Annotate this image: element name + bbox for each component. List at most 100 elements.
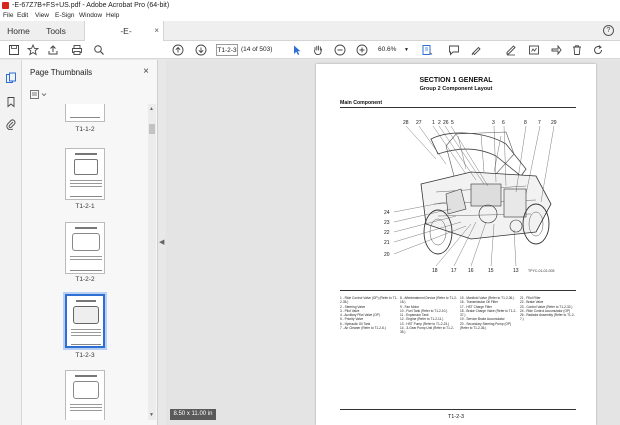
page-size-badge: 8.50 x 11.00 in xyxy=(170,409,216,420)
acrobat-window: -E-67Z7B+FS+US.pdf - Adobe Acrobat Pro (… xyxy=(0,0,620,425)
thumbnail-page-next[interactable] xyxy=(65,370,105,420)
legend-column: 21 - Pilot Filter 22 - Brake Valve 23 - … xyxy=(520,296,578,322)
previous-page-icon[interactable] xyxy=(172,44,184,56)
legend-item: 20 - Secondary Steering Pump (OP) (Refer… xyxy=(460,321,512,331)
legend-item: 1 - Ride Control Valve (OP) (Refer to T1… xyxy=(340,296,398,305)
zoom-in-icon[interactable] xyxy=(356,44,368,56)
rotate-icon[interactable] xyxy=(592,44,604,56)
callout-label: 3 xyxy=(492,120,495,126)
footer-rule xyxy=(340,409,576,410)
bookmark-star-icon[interactable] xyxy=(27,44,39,56)
fill-sign-icon[interactable] xyxy=(528,44,540,56)
highlight-pen-icon[interactable] xyxy=(470,44,482,56)
callout-label: 2 xyxy=(438,120,441,126)
legend-item: 18 - Brake Charge Valve (Refer to T1-2-3… xyxy=(460,308,517,318)
legend-item: 26 - Radiator Assembly (Refer to T1-2-7.… xyxy=(520,313,575,322)
tab-document[interactable]: -E-67Z7B+FS+US... × xyxy=(84,21,164,56)
thumbnail-scrollbar[interactable]: ▲ ▼ xyxy=(148,104,156,420)
save-icon[interactable] xyxy=(8,44,20,56)
zoom-level-dropdown[interactable]: 60.6% ▼ xyxy=(375,44,409,56)
scrollbar-thumb[interactable] xyxy=(149,124,155,134)
window-title: -E-67Z7B+FS+US.pdf - Adobe Acrobat Pro (… xyxy=(12,2,170,9)
legend-column: 15 - Manifold Valve (Refer to T1-2-36.) … xyxy=(460,296,518,330)
callout-label: 8 xyxy=(524,120,527,126)
callout-label: 6 xyxy=(502,120,505,126)
callout-label: 1 xyxy=(432,120,435,126)
callout-label: 5 xyxy=(451,120,454,126)
tab-home[interactable]: Home xyxy=(0,21,37,41)
legend-item: 8 - Aftertreatment Device (Refer to T1-2… xyxy=(400,296,457,305)
thumbnail-page-t1-2-1[interactable] xyxy=(65,148,105,200)
legend-column: 1 - Ride Control Valve (OP) (Refer to T1… xyxy=(340,296,398,330)
print-icon[interactable] xyxy=(71,44,83,56)
thumbnail-options-icon[interactable] xyxy=(30,87,48,99)
close-tab-icon[interactable]: × xyxy=(154,21,159,41)
page-footer: T1-2-3 xyxy=(447,414,465,420)
callout-label: 26 xyxy=(443,120,449,126)
page-heading: Main Component xyxy=(340,100,383,106)
document-scrollbar[interactable] xyxy=(614,60,620,425)
scroll-up-icon[interactable]: ▲ xyxy=(149,106,154,112)
chevron-down-icon: ▼ xyxy=(404,47,409,53)
callout-label: 7 xyxy=(538,120,541,126)
menu-view[interactable]: View xyxy=(35,11,49,21)
callout-label: 17 xyxy=(451,268,457,274)
zoom-level-value: 60.6% xyxy=(378,46,397,53)
legend-rule xyxy=(340,290,576,291)
sign-icon[interactable] xyxy=(505,44,517,56)
thumbnail-page-t1-2-3-selected[interactable] xyxy=(63,292,107,350)
search-icon[interactable] xyxy=(93,44,105,56)
figure-code: TPYC-01-02-003 xyxy=(528,269,555,273)
menu-bar: File Edit View E-Sign Window Help xyxy=(0,11,620,21)
page-thumbnails-icon[interactable] xyxy=(5,72,17,84)
callout-label: 28 xyxy=(403,120,409,126)
menu-edit[interactable]: Edit xyxy=(17,11,28,21)
upload-icon[interactable] xyxy=(47,44,59,56)
callout-label: 15 xyxy=(488,268,494,274)
attachments-icon[interactable] xyxy=(5,118,17,130)
menu-window[interactable]: Window xyxy=(79,11,102,21)
menu-file[interactable]: File xyxy=(3,11,13,21)
callout-label: 22 xyxy=(384,230,390,236)
hand-tool-icon[interactable] xyxy=(312,44,324,56)
bookmarks-icon[interactable] xyxy=(5,96,17,108)
thumbnail-page-t1-2-2[interactable] xyxy=(65,222,105,274)
thumbnail-label: T1-2-1 xyxy=(75,203,95,210)
collapse-panel-icon[interactable]: ◀ xyxy=(159,238,164,246)
callout-label: 21 xyxy=(384,240,390,246)
callout-label: 20 xyxy=(384,252,390,258)
menu-help[interactable]: Help xyxy=(106,11,119,21)
acrobat-app-icon xyxy=(2,2,9,9)
select-cursor-icon[interactable] xyxy=(291,44,303,56)
callout-label: 29 xyxy=(551,120,557,126)
menu-esign[interactable]: E-Sign xyxy=(55,11,75,21)
thumbnail-label: T1-2-2 xyxy=(75,276,95,283)
callout-label: 24 xyxy=(384,210,390,216)
thumbnail-list: T1-1-2 T1-2-1 T1-2-2 T1-2-3 xyxy=(22,104,148,420)
page-group-title: Group 2 Component Layout xyxy=(419,86,493,92)
callout-label: 23 xyxy=(384,220,390,226)
page-fit-icon[interactable] xyxy=(421,44,433,56)
delete-icon[interactable] xyxy=(571,44,583,56)
callout-label: 16 xyxy=(468,268,474,274)
share-icon[interactable] xyxy=(550,44,562,56)
legend-item: 7 - Air Cleaner (Refer to T1-2-6.) xyxy=(340,326,386,331)
scroll-down-icon[interactable]: ▼ xyxy=(149,412,154,418)
main-toolbar: T1-2-3 (14 of 503) 60.6% ▼ xyxy=(0,41,620,59)
zoom-out-icon[interactable] xyxy=(334,44,346,56)
page-count: (14 of 503) xyxy=(241,46,273,53)
comment-icon[interactable] xyxy=(448,44,460,56)
next-page-icon[interactable] xyxy=(195,44,207,56)
page-number-input[interactable]: T1-2-3 xyxy=(216,44,238,56)
help-icon[interactable]: ? xyxy=(603,25,614,36)
close-panel-icon[interactable]: × xyxy=(143,66,149,77)
thumbnail-label: T1-1-2 xyxy=(75,126,95,133)
pdf-page: SECTION 1 GENERAL Group 2 Component Layo… xyxy=(316,64,596,425)
callout-label: 18 xyxy=(432,268,438,274)
tab-bar: Home Tools -E-67Z7B+FS+US... × ? xyxy=(0,21,620,56)
page-section-title: SECTION 1 GENERAL xyxy=(419,77,493,84)
document-viewport[interactable]: SECTION 1 GENERAL Group 2 Component Layo… xyxy=(166,60,620,425)
thumbnail-page-t1-1-2[interactable] xyxy=(65,104,105,122)
navigation-icon-strip xyxy=(0,60,22,425)
tab-tools[interactable]: Tools xyxy=(37,21,75,41)
